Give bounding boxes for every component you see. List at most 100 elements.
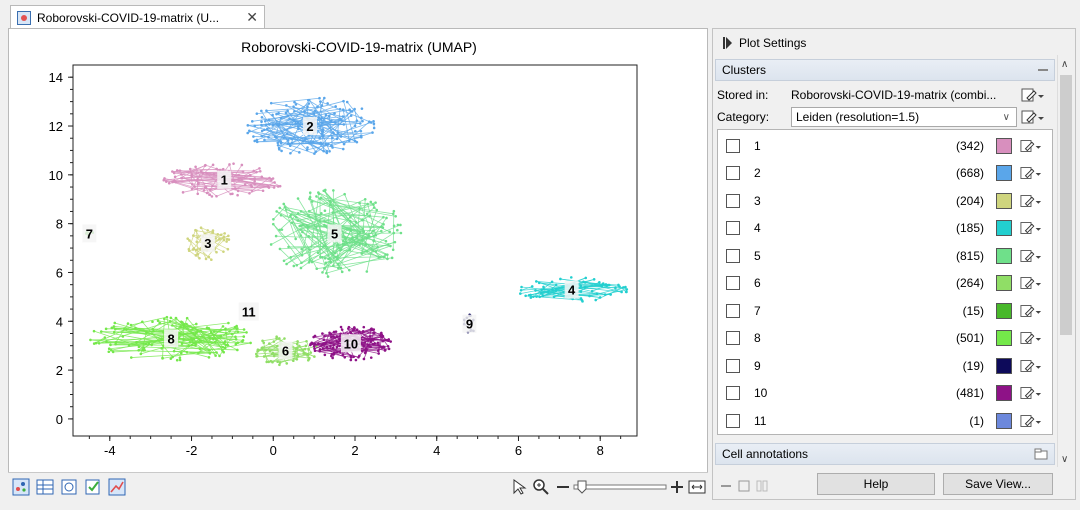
cluster-color-swatch[interactable]	[996, 357, 1012, 374]
cluster-checkbox[interactable]	[726, 358, 740, 373]
cluster-1-point	[190, 173, 194, 176]
cluster-5-point	[315, 195, 318, 198]
fit-width-icon[interactable]	[688, 478, 706, 496]
zoom-out-icon[interactable]	[554, 478, 572, 496]
cluster-5-segment	[392, 211, 395, 250]
cluster-row-11[interactable]: 11 (1)	[718, 407, 1052, 434]
cluster-color-swatch[interactable]	[996, 220, 1012, 236]
cluster-color-swatch[interactable]	[996, 275, 1012, 291]
checklist-icon[interactable]	[84, 478, 102, 496]
cluster-checkbox[interactable]	[726, 248, 740, 263]
cluster-5-point	[392, 209, 396, 213]
scatter-view-icon[interactable]	[12, 478, 30, 496]
edit-icon[interactable]	[1020, 248, 1042, 264]
cluster-row-9[interactable]: 9 (19)	[718, 352, 1052, 379]
cluster-row-6[interactable]: 6 (264)	[718, 270, 1052, 297]
zoom-in-icon[interactable]	[668, 478, 686, 496]
cluster-checkbox[interactable]	[726, 413, 740, 428]
cluster-checkbox[interactable]	[726, 276, 740, 290]
cluster-name: 4	[754, 221, 761, 235]
cluster-1-point	[208, 193, 212, 197]
cluster-6-point	[307, 348, 310, 351]
minimize-icon[interactable]	[1038, 69, 1048, 71]
cluster-6-point	[283, 337, 286, 340]
cluster-6-point	[268, 342, 271, 345]
cell-annotations-section-header[interactable]: Cell annotations	[715, 443, 1055, 465]
x-tick-label: 8	[597, 443, 604, 458]
cluster-color-swatch[interactable]	[996, 412, 1012, 429]
edit-icon[interactable]	[1020, 413, 1042, 429]
cluster-10-point	[321, 332, 324, 335]
scroll-up-icon[interactable]: ∧	[1061, 59, 1068, 70]
category-select[interactable]: Leiden (resolution=1.5) ∨	[791, 107, 1017, 127]
cluster-checkbox[interactable]	[726, 303, 740, 318]
cluster-color-swatch[interactable]	[996, 385, 1012, 401]
cluster-label-4: 4	[568, 283, 576, 298]
zoom-icon[interactable]	[532, 478, 550, 496]
cluster-8-point	[175, 358, 179, 362]
tab-bar: Roborovski-COVID-19-matrix (U... ✕	[0, 0, 1080, 29]
cluster-row-7[interactable]: 7 (15)	[718, 297, 1052, 324]
edit-icon[interactable]	[1020, 165, 1042, 181]
cluster-8-point	[126, 322, 130, 325]
cluster-row-2[interactable]: 2 (668)	[718, 160, 1052, 187]
chart-edit-icon[interactable]	[108, 478, 126, 496]
scroll-down-icon[interactable]: ∨	[1061, 454, 1068, 465]
editor-tab[interactable]: Roborovski-COVID-19-matrix (U... ✕	[10, 5, 265, 29]
collapse-arrow-icon[interactable]	[723, 37, 733, 49]
cluster-8-point	[178, 358, 182, 362]
cluster-checkbox[interactable]	[726, 386, 740, 400]
edit-icon[interactable]	[1020, 303, 1042, 319]
cluster-row-1[interactable]: 1 (342)	[718, 132, 1052, 159]
cluster-color-swatch[interactable]	[996, 137, 1012, 154]
cluster-2-point	[263, 119, 267, 123]
cluster-checkbox[interactable]	[726, 221, 740, 235]
cluster-row-3[interactable]: 3 (204)	[718, 187, 1052, 214]
cluster-row-4[interactable]: 4 (185)	[718, 215, 1052, 242]
table-view-icon[interactable]	[36, 478, 54, 496]
cluster-checkbox[interactable]	[726, 138, 740, 153]
edit-icon[interactable]	[1020, 275, 1042, 291]
cluster-row-8[interactable]: 8 (501)	[718, 325, 1052, 352]
cluster-color-swatch[interactable]	[996, 302, 1012, 319]
clusters-section-header[interactable]: Clusters	[715, 59, 1055, 81]
umap-scatter-plot[interactable]: -4 -2 0 2 4 6 8 02468101214 1234567891011	[9, 29, 709, 473]
cluster-count: (15)	[962, 303, 984, 318]
close-icon[interactable]: ✕	[246, 9, 258, 26]
cluster-checkbox[interactable]	[726, 331, 740, 345]
scrollbar-thumb[interactable]	[1060, 75, 1072, 335]
edit-icon[interactable]	[1020, 220, 1042, 236]
help-button[interactable]: Help	[817, 473, 935, 495]
edit-icon[interactable]	[1020, 385, 1042, 401]
cluster-color-swatch[interactable]	[996, 192, 1012, 209]
history-icon[interactable]	[60, 478, 78, 496]
save-view-button[interactable]: Save View...	[943, 473, 1053, 495]
x-tick-label: 2	[351, 443, 358, 458]
cluster-color-swatch[interactable]	[996, 247, 1012, 264]
plot-settings-header[interactable]: Plot Settings	[713, 29, 1075, 57]
cluster-row-5[interactable]: 5 (815)	[718, 242, 1052, 269]
panel-scrollbar[interactable]: ∧ ∨	[1057, 55, 1073, 467]
edit-icon[interactable]	[1021, 87, 1045, 103]
edit-icon[interactable]	[1020, 138, 1042, 154]
cluster-checkbox[interactable]	[726, 193, 740, 208]
layout-icons[interactable]	[719, 479, 779, 493]
y-tick-label: 14	[49, 70, 63, 85]
restore-icon[interactable]	[1034, 448, 1048, 460]
cluster-color-swatch[interactable]	[996, 330, 1012, 346]
cluster-label-11: 11	[242, 305, 256, 320]
cluster-checkbox[interactable]	[726, 166, 740, 180]
cluster-2-point	[250, 120, 254, 123]
edit-icon[interactable]	[1020, 193, 1042, 209]
edit-icon[interactable]	[1020, 330, 1042, 346]
cluster-name: 5	[754, 248, 761, 263]
pointer-icon[interactable]	[510, 478, 528, 496]
cluster-color-swatch[interactable]	[996, 165, 1012, 181]
cluster-3-point	[225, 240, 228, 243]
cluster-10-point	[362, 325, 366, 329]
plot-toolbar	[8, 472, 708, 500]
zoom-slider[interactable]	[572, 478, 668, 496]
edit-icon[interactable]	[1020, 358, 1042, 374]
edit-icon[interactable]	[1021, 109, 1045, 125]
cluster-row-10[interactable]: 10 (481)	[718, 380, 1052, 407]
